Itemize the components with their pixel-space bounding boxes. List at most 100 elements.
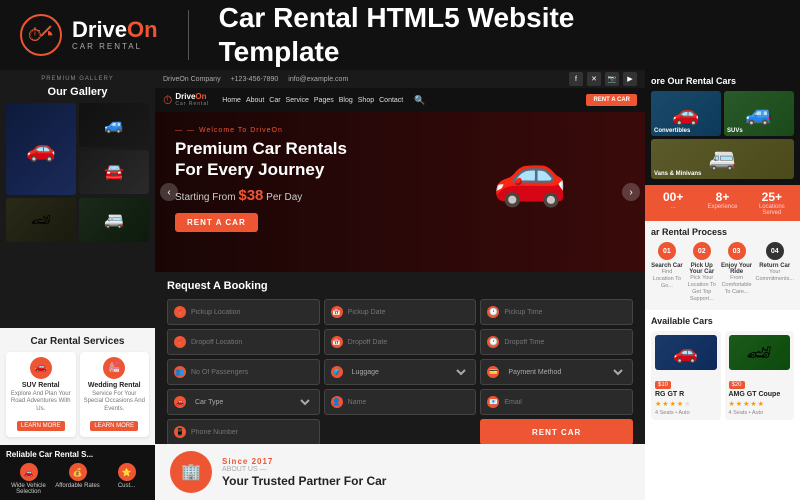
nav-contact[interactable]: Contact <box>379 97 403 104</box>
car-details: 4 Seats • Auto <box>655 410 717 416</box>
learn-more-button[interactable]: LEARN MORE <box>17 421 65 431</box>
car-type-field[interactable]: 🚗 Car Type SUV Sedan Van <box>167 389 320 415</box>
service-card-wedding: 💒 Wedding Rental Service For Your Specia… <box>80 352 150 437</box>
name-field[interactable]: 👤 <box>324 389 477 415</box>
stat-label: Locations Served <box>749 204 795 216</box>
header-divider <box>188 10 189 60</box>
phone-submit-row: 📱 <box>167 419 320 444</box>
service-card-desc: Service For Your Special Occasions And E… <box>83 391 147 414</box>
nav-about[interactable]: About <box>246 97 264 104</box>
youtube-icon[interactable]: ▶ <box>623 72 637 86</box>
learn-more-button[interactable]: LEARN MORE <box>90 421 138 431</box>
right-column: ore Our Rental Cars 🚗 Convertibles 🚙 SUV… <box>645 70 800 500</box>
twitter-icon[interactable]: ✕ <box>587 72 601 86</box>
pickup-location-input[interactable] <box>191 309 313 316</box>
stats-strip: 00+ ... 8+ Experience 25+ Locations Serv… <box>645 185 800 221</box>
gallery-label: PREMIUM GALLERY <box>6 76 149 82</box>
time-icon: 🕐 <box>487 306 499 318</box>
nav-shop[interactable]: Shop <box>358 97 374 104</box>
car-details: 4 Seats • Auto <box>729 410 791 416</box>
nav-service[interactable]: Service <box>286 97 309 104</box>
passengers-input[interactable] <box>191 369 313 376</box>
passengers-field[interactable]: 👥 <box>167 359 320 385</box>
gallery-title: Our Gallery <box>6 86 149 98</box>
search-icon[interactable]: 🔍 <box>414 95 425 106</box>
nav-home[interactable]: Home <box>222 97 241 104</box>
nav-blog[interactable]: Blog <box>339 97 353 104</box>
feature-label: Cust... <box>104 483 149 489</box>
instagram-icon[interactable]: 📷 <box>605 72 619 86</box>
car-card-amg-gt[interactable]: 🏎 $20 AMG GT Coupe ★ ★ ★ ★ ★ 4 Seats • A… <box>725 331 795 420</box>
dropoff-date-field[interactable]: 📅 <box>324 329 477 355</box>
car-type-vans[interactable]: 🚐 Vans & Minivans <box>651 139 794 179</box>
feature-label: Wide Vehicle Selection <box>6 483 51 495</box>
dropoff-location-field[interactable]: 📍 <box>167 329 320 355</box>
email-field[interactable]: 📧 <box>480 389 633 415</box>
hero-price: $38 <box>238 187 263 204</box>
logo-drive-white: Drive <box>72 17 127 42</box>
facebook-icon[interactable]: f <box>569 72 583 86</box>
pickup-time-input[interactable] <box>504 309 626 316</box>
nav-pages[interactable]: Pages <box>314 97 334 104</box>
time-icon: 🕐 <box>487 336 499 348</box>
process-step-3: 03 Enjoy Your Ride From Comfortable To C… <box>721 242 753 304</box>
nav-car[interactable]: Car <box>269 97 280 104</box>
available-title: Available Cars <box>651 316 794 326</box>
mini-logo-sub: Car Rental <box>175 101 209 107</box>
about-strip: 🏢 Since 2017 ABOUT US — Your Trusted Par… <box>155 444 645 500</box>
dropoff-time-input[interactable] <box>504 339 626 346</box>
feature-rates: 💰 Affordable Rates <box>55 463 100 495</box>
process-step-2: 02 Pick Up Your Car Pick Your Location T… <box>686 242 718 304</box>
dropoff-date-input[interactable] <box>348 339 470 346</box>
process-title: ar Rental Process <box>651 227 794 237</box>
star-icon: ★ <box>729 400 735 408</box>
rent-car-nav-button[interactable]: RENT A CAR <box>586 94 637 106</box>
step-number: 02 <box>693 242 711 260</box>
hero-title: Premium Car Rentals For Every Journey <box>175 138 370 181</box>
process-steps: 01 Search Car Find Location To Go... 02 … <box>651 242 794 304</box>
luggage-select[interactable]: Luggage 1 2 3+ <box>348 368 470 377</box>
car-type-select[interactable]: Car Type SUV Sedan Van <box>191 398 313 407</box>
stat-clients: 00+ ... <box>650 190 696 216</box>
booking-submit-button[interactable]: RENT CAR <box>480 419 633 444</box>
process-step-4: 04 Return Car Your Commitments... <box>755 242 794 304</box>
logo-area: ⏱ DriveOn CAR RENTAL <box>20 14 158 56</box>
hero-car-image: 🚗 <box>430 117 630 232</box>
pickup-time-field[interactable]: 🕐 <box>480 299 633 325</box>
car-type-suvs[interactable]: 🚙 SUVs <box>724 91 794 136</box>
payment-field[interactable]: 💳 Payment Method Credit Card Cash <box>480 359 633 385</box>
car-type-icon: 🚗 <box>174 396 186 408</box>
phone-field[interactable]: 📱 <box>167 419 320 444</box>
phone-input[interactable] <box>191 429 313 436</box>
email-address: info@example.com <box>288 76 348 83</box>
luggage-field[interactable]: 🧳 Luggage 1 2 3+ <box>324 359 477 385</box>
rates-icon: 💰 <box>69 463 87 481</box>
gallery-image: 🚙 <box>79 103 149 147</box>
gallery-right: 🚙 🚘 <box>79 103 149 195</box>
services-title: Car Rental Services <box>6 336 149 347</box>
car-type-convertibles[interactable]: 🚗 Convertibles <box>651 91 721 136</box>
pickup-date-field[interactable]: 📅 <box>324 299 477 325</box>
hero-next-button[interactable]: › <box>622 183 640 201</box>
rent-a-car-button[interactable]: RENT A CAR <box>175 213 258 232</box>
car-card-rg-gtr[interactable]: 🚗 $10 RG GT R ★ ★ ★ ★ ★ 4 Seats • Auto <box>651 331 721 420</box>
email-icon: 📧 <box>487 396 499 408</box>
submit-cell: RENT CAR <box>480 419 633 444</box>
reliable-features: 🚗 Wide Vehicle Selection 💰 Affordable Ra… <box>6 463 149 495</box>
hero-prev-button[interactable]: ‹ <box>160 183 178 201</box>
since-badge: 🏢 <box>170 451 212 493</box>
pickup-location-field[interactable]: 📍 <box>167 299 320 325</box>
star-icon: ★ <box>758 400 764 408</box>
reliable-title: Reliable Car Rental S... <box>6 450 149 459</box>
dropoff-location-input[interactable] <box>191 339 313 346</box>
star-icon: ★ <box>670 400 676 408</box>
email-input[interactable] <box>504 399 626 406</box>
available-cars-section: Available Cars 🚗 $10 RG GT R ★ ★ ★ ★ ★ <box>645 310 800 500</box>
star-icon: ★ <box>662 400 668 408</box>
mini-logo-drive: Drive <box>175 92 195 101</box>
pickup-date-input[interactable] <box>348 309 470 316</box>
booking-title: Request A Booking <box>167 280 633 292</box>
name-input[interactable] <box>348 399 470 406</box>
payment-select[interactable]: Payment Method Credit Card Cash <box>504 368 626 377</box>
dropoff-time-field[interactable]: 🕐 <box>480 329 633 355</box>
